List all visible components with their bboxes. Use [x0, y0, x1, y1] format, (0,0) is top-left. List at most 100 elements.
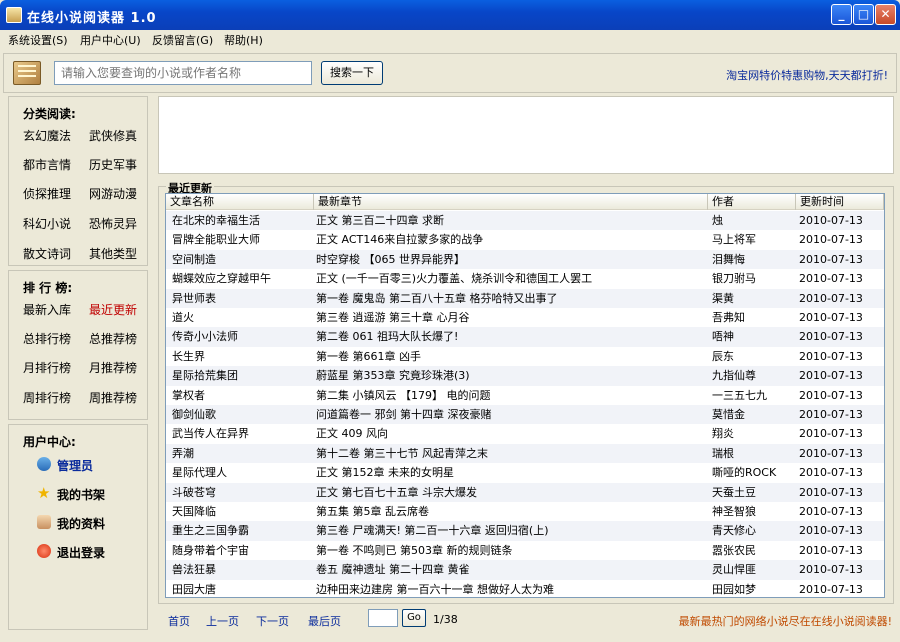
latest-chapter-cell[interactable]: 正文 第三百二十四章 求断: [316, 211, 706, 230]
first-page-link[interactable]: 首页: [168, 613, 190, 629]
novel-title-cell[interactable]: 蝴蝶效应之穿越甲午: [172, 269, 314, 288]
table-row[interactable]: 重生之三国争霸 第三卷 尸魂满天! 第二百一十六章 返回归宿(上) 青天修心 2010…: [166, 521, 884, 541]
latest-chapter-cell[interactable]: 正文 第152章 未来的女明星: [316, 463, 706, 482]
novel-title-cell[interactable]: 长生界: [172, 347, 314, 366]
latest-chapter-cell[interactable]: 第三卷 尸魂满天! 第二百一十六章 返回归宿(上): [316, 521, 706, 540]
latest-chapter-cell[interactable]: 第五集 第5章 乱云席卷: [316, 502, 706, 521]
category-item[interactable]: 玄幻魔法: [23, 127, 71, 144]
novel-title-cell[interactable]: 天国降临: [172, 502, 314, 521]
table-row[interactable]: 空间制造 时空穿梭 【065 世界异能界】 泪舞悔 2010-07-13: [166, 249, 884, 270]
table-row[interactable]: 长生界 第一卷 第661章 凶手 辰东 2010-07-13: [166, 347, 884, 366]
prev-page-link[interactable]: 上一页: [206, 613, 239, 629]
novel-title-cell[interactable]: 空间制造: [172, 250, 314, 269]
novel-title-cell[interactable]: 异世师表: [172, 289, 314, 308]
update-time-cell: 2010-07-13: [799, 311, 863, 324]
novel-title-cell[interactable]: 冒牌全能职业大师: [172, 230, 314, 249]
category-item[interactable]: 历史军事: [89, 156, 137, 173]
ranking-item[interactable]: 最新入库: [23, 301, 71, 318]
ranking-item[interactable]: 月推荐榜: [89, 359, 137, 376]
table-row[interactable]: 弄潮 第十二卷 第三十七节 风起青萍之末 瑞根 2010-07-13: [166, 443, 884, 464]
search-button[interactable]: 搜索一下: [321, 61, 383, 85]
novel-title-cell[interactable]: 传奇小小法师: [172, 327, 314, 346]
table-row[interactable]: 异世师表 第一卷 魔鬼岛 第二百八十五章 格芬哈特又出事了 渠黄 2010-07-13: [166, 288, 884, 308]
latest-chapter-cell[interactable]: 第一卷 魔鬼岛 第二百八十五章 格芬哈特又出事了: [316, 289, 706, 308]
page-number-input[interactable]: [368, 609, 398, 627]
ad-link[interactable]: 淘宝网特价特惠购物,天天都打折!: [726, 67, 888, 83]
table-row[interactable]: 星际代理人 正文 第152章 未来的女明星 嘶哑的ROCK 2010-07-13: [166, 463, 884, 482]
ranking-item[interactable]: 月排行榜: [23, 359, 71, 376]
latest-chapter-cell[interactable]: 第十二卷 第三十七节 风起青萍之末: [316, 444, 706, 463]
go-button[interactable]: Go: [402, 609, 426, 627]
table-row[interactable]: 斗破苍穹 正文 第七百七十五章 斗宗大爆发 天蚕土豆 2010-07-13: [166, 482, 884, 502]
column-header-chapter[interactable]: 最新章节: [314, 194, 708, 210]
ranking-item[interactable]: 总排行榜: [23, 330, 71, 347]
novel-title-cell[interactable]: 星际代理人: [172, 463, 314, 482]
latest-chapter-cell[interactable]: 正文 (一千一百零三)火力覆盖、烧杀训令和德国工人罢工: [316, 269, 706, 288]
latest-chapter-cell[interactable]: 第二卷 061 祖玛大队长爆了!: [316, 327, 706, 346]
latest-chapter-cell[interactable]: 正文 409 风向: [316, 424, 706, 443]
author-cell: 莫惜金: [712, 408, 745, 421]
latest-chapter-cell[interactable]: 正文 ACT146来自拉蒙多家的战争: [316, 230, 706, 249]
menu-help[interactable]: 帮助(H): [224, 32, 263, 48]
ranking-item-active[interactable]: 最近更新: [89, 301, 137, 318]
ranking-item[interactable]: 总推荐榜: [89, 330, 137, 347]
ranking-item[interactable]: 周排行榜: [23, 389, 71, 406]
column-header-time[interactable]: 更新时间: [796, 194, 884, 210]
latest-chapter-cell[interactable]: 第三卷 逍遥游 第三十章 心月谷: [316, 308, 706, 327]
latest-chapter-cell[interactable]: 正文 第七百七十五章 斗宗大爆发: [316, 483, 706, 502]
table-row[interactable]: 随身带着个宇宙 第一卷 不鸣则已 第503章 新的规则链条 嚣张农民 2010-07-…: [166, 541, 884, 560]
novel-title-cell[interactable]: 重生之三国争霸: [172, 521, 314, 540]
novel-title-cell[interactable]: 田园大唐: [172, 580, 314, 597]
table-row[interactable]: 蝴蝶效应之穿越甲午 正文 (一千一百零三)火力覆盖、烧杀训令和德国工人罢工 银刀驸马…: [166, 269, 884, 288]
latest-chapter-cell[interactable]: 卷五 魔神遗址 第二十四章 黄雀: [316, 560, 706, 579]
category-item[interactable]: 其他类型: [89, 245, 137, 262]
latest-chapter-cell[interactable]: 第一卷 第661章 凶手: [316, 347, 706, 366]
last-page-link[interactable]: 最后页: [308, 613, 341, 629]
latest-chapter-cell[interactable]: 边种田来边建房 第一百六十一章 想做好人太为难: [316, 580, 706, 597]
menu-user-center[interactable]: 用户中心(U): [80, 32, 141, 48]
category-item[interactable]: 武侠修真: [89, 127, 137, 144]
latest-chapter-cell[interactable]: 时空穿梭 【065 世界异能界】: [316, 250, 706, 269]
ranking-item[interactable]: 周推荐榜: [89, 389, 137, 406]
table-row[interactable]: 在北宋的幸福生活 正文 第三百二十四章 求断烛 2010-07-13: [166, 211, 884, 231]
novel-title-cell[interactable]: 御剑仙歌: [172, 405, 314, 424]
table-row[interactable]: 御剑仙歌 问道篇卷一 邪剑 第十四章 深夜豪赌 莫惜金 2010-07-13: [166, 405, 884, 425]
table-row[interactable]: 道火 第三卷 逍遥游 第三十章 心月谷 吾弗知 2010-07-13: [166, 308, 884, 327]
novel-title-cell[interactable]: 弄潮: [172, 444, 314, 463]
latest-chapter-cell[interactable]: 蔚蓝星 第353章 究竟珍珠港(3): [316, 366, 706, 385]
category-item[interactable]: 科幻小说: [23, 215, 71, 232]
category-item[interactable]: 恐怖灵异: [89, 215, 137, 232]
category-item[interactable]: 侦探推理: [23, 185, 71, 202]
next-page-link[interactable]: 下一页: [256, 613, 289, 629]
search-input[interactable]: [54, 61, 312, 85]
novel-title-cell[interactable]: 武当传人在异界: [172, 424, 314, 443]
latest-chapter-cell[interactable]: 第一卷 不鸣则已 第503章 新的规则链条: [316, 541, 706, 560]
table-row[interactable]: 武当传人在异界 正文 409 风向 翔炎 2010-07-13: [166, 424, 884, 443]
menu-system-settings[interactable]: 系统设置(S): [8, 32, 68, 48]
column-header-author[interactable]: 作者: [708, 194, 796, 210]
column-header-title[interactable]: 文章名称: [166, 194, 314, 210]
novel-title-cell[interactable]: 斗破苍穹: [172, 483, 314, 502]
minimize-button[interactable]: _: [831, 4, 852, 25]
novel-title-cell[interactable]: 星际拾荒集团: [172, 366, 314, 385]
table-row[interactable]: 星际拾荒集团 蔚蓝星 第353章 究竟珍珠港(3) 九指仙尊 2010-07-13: [166, 366, 884, 386]
novel-title-cell[interactable]: 道火: [172, 308, 314, 327]
category-item[interactable]: 散文诗词: [23, 245, 71, 262]
close-button[interactable]: ✕: [875, 4, 896, 25]
table-row[interactable]: 兽法狂暴 卷五 魔神遗址 第二十四章 黄雀 灵山悍匪 2010-07-13: [166, 560, 884, 580]
maximize-button[interactable]: □: [853, 4, 874, 25]
novel-title-cell[interactable]: 兽法狂暴: [172, 560, 314, 579]
table-row[interactable]: 田园大唐 边种田来边建房 第一百六十一章 想做好人太为难 田园如梦 2010-07-1…: [166, 580, 884, 597]
table-row[interactable]: 冒牌全能职业大师 正文 ACT146来自拉蒙多家的战争 马上将军 2010-07-13: [166, 230, 884, 249]
table-row[interactable]: 传奇小小法师 第二卷 061 祖玛大队长爆了! 唔神 2010-07-13: [166, 327, 884, 347]
latest-chapter-cell[interactable]: 问道篇卷一 邪剑 第十四章 深夜豪赌: [316, 405, 706, 424]
menu-feedback[interactable]: 反馈留言(G): [152, 32, 213, 48]
table-row[interactable]: 天国降临 第五集 第5章 乱云席卷 神圣智狼 2010-07-13: [166, 502, 884, 521]
latest-chapter-cell[interactable]: 第二集 小镇风云 【179】 电的问题: [316, 386, 706, 405]
novel-title-cell[interactable]: 在北宋的幸福生活: [172, 211, 314, 230]
category-item[interactable]: 网游动漫: [89, 185, 137, 202]
table-row[interactable]: 掌权者 第二集 小镇风云 【179】 电的问题 一三五七九 2010-07-13: [166, 386, 884, 405]
category-item[interactable]: 都市言情: [23, 156, 71, 173]
novel-title-cell[interactable]: 随身带着个宇宙: [172, 541, 314, 560]
novel-title-cell[interactable]: 掌权者: [172, 386, 314, 405]
